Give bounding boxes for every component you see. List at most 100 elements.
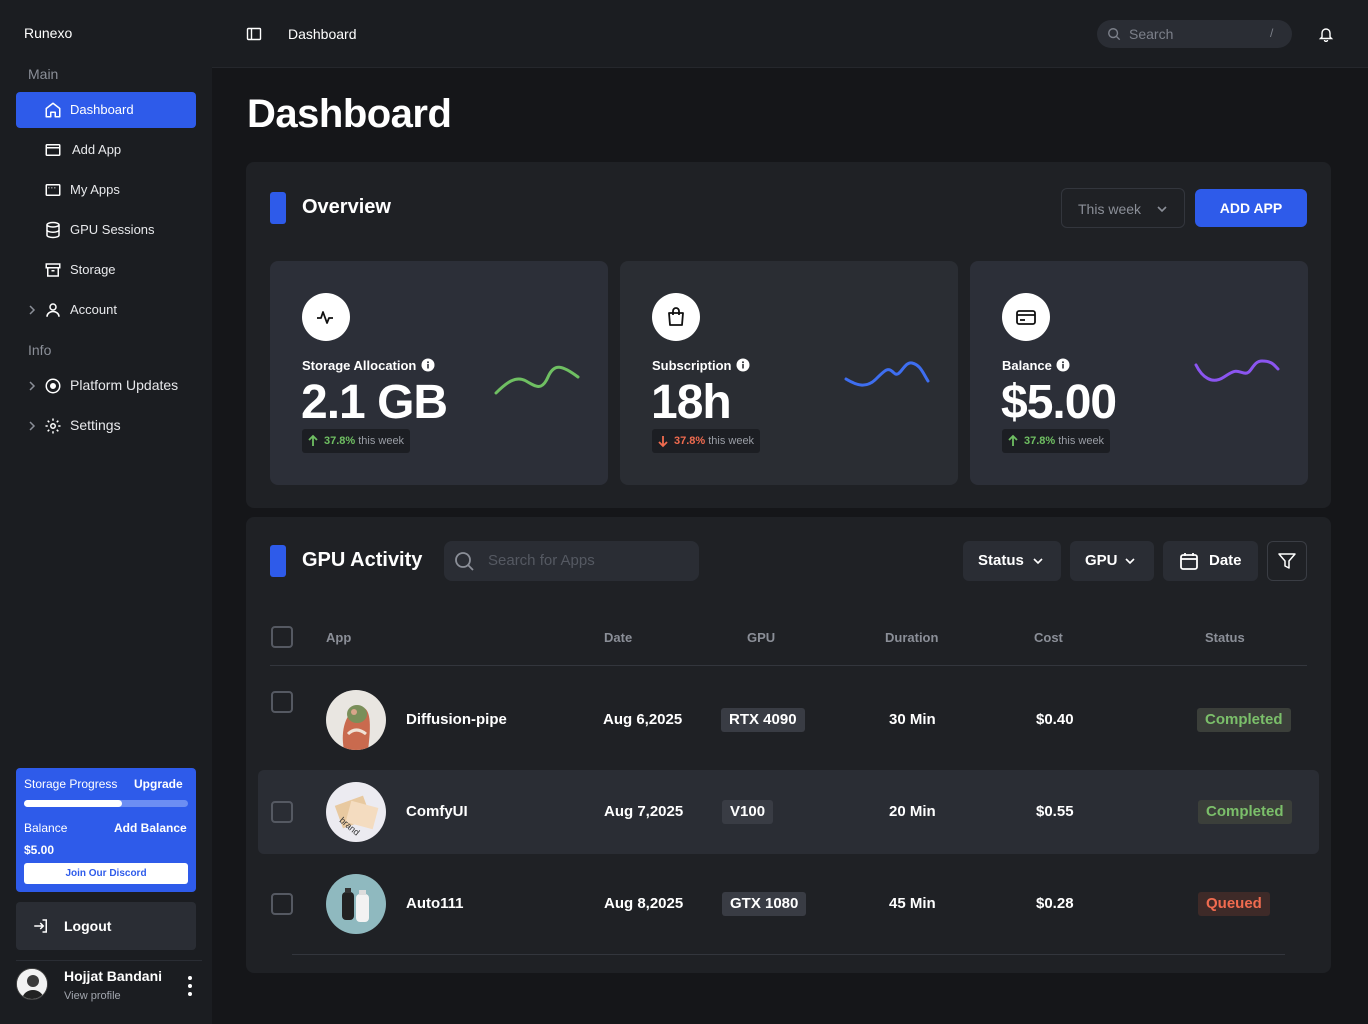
app-thumbnail: brand (326, 782, 386, 842)
row-duration: 45 Min (889, 895, 936, 912)
gpu-badge: RTX 4090 (721, 708, 805, 732)
info-icon[interactable] (421, 358, 435, 372)
column-header-duration[interactable]: Duration (885, 630, 938, 645)
sidebar-item-platform-updates[interactable]: Platform Updates (16, 368, 196, 404)
row-checkbox[interactable] (271, 801, 293, 823)
row-cost: $0.40 (1036, 711, 1074, 728)
search-input[interactable]: Search / (1097, 20, 1292, 48)
row-date: Aug 7,2025 (604, 803, 684, 820)
status-badge: Completed (1198, 800, 1292, 824)
funnel-icon (1278, 553, 1296, 569)
chevron-down-icon (1033, 558, 1043, 565)
gpu-filter-dropdown[interactable]: GPU (1070, 541, 1154, 581)
database-icon (46, 221, 60, 239)
chevron-right-icon (29, 305, 36, 315)
sidebar-item-my-apps[interactable]: My Apps (16, 172, 196, 208)
upgrade-link[interactable]: Upgrade (134, 777, 183, 791)
search-apps-input[interactable]: Search for Apps (444, 541, 699, 581)
sidebar-item-add-app[interactable]: Add App (16, 132, 196, 168)
credit-card-icon-badge (1002, 293, 1050, 341)
trend-badge: 37.8% this week (1002, 429, 1111, 453)
balance-label: Balance (24, 821, 68, 835)
trend-period: this week (1058, 435, 1105, 447)
sidebar-item-settings[interactable]: Settings (16, 408, 196, 444)
app-name: ComfyUI (406, 803, 468, 820)
brand-logo[interactable]: Runexo (24, 25, 72, 41)
sidebar-item-label: Account (70, 302, 117, 317)
app-name: Auto111 (406, 895, 464, 912)
stat-value: $5.00 (1001, 376, 1117, 429)
stat-value: 18h (651, 376, 732, 429)
shopping-bag-icon-badge (652, 293, 700, 341)
window-icon (45, 144, 61, 156)
period-select-value: This week (1078, 201, 1142, 217)
app-thumbnail (326, 874, 386, 934)
date-filter-button[interactable]: Date (1163, 541, 1258, 581)
sidebar-item-label: Storage (70, 262, 116, 277)
stat-label: Subscription (652, 358, 732, 373)
storage-progress-label: Storage Progress (24, 777, 118, 791)
circle-dot-icon (45, 378, 61, 394)
trend-badge: 37.8% this week (302, 429, 411, 453)
row-checkbox[interactable] (271, 691, 293, 713)
sidebar-toggle-icon[interactable] (246, 26, 262, 42)
column-header-cost[interactable]: Cost (1034, 630, 1063, 645)
column-header-date[interactable]: Date (604, 630, 632, 645)
storage-progress-bar (24, 800, 188, 807)
column-header-app[interactable]: App (326, 630, 351, 645)
sidebar-item-storage[interactable]: Storage (16, 252, 196, 288)
column-header-status[interactable]: Status (1205, 630, 1245, 645)
search-placeholder: Search (1129, 26, 1174, 42)
period-select[interactable]: This week (1061, 188, 1185, 228)
sidebar-item-gpu-sessions[interactable]: GPU Sessions (16, 212, 196, 248)
add-balance-link[interactable]: Add Balance (114, 821, 187, 835)
storage-progress-card: Storage Progress Upgrade Balance Add Bal… (16, 768, 196, 892)
section-accent (270, 192, 286, 224)
stat-label: Storage Allocation (302, 358, 417, 373)
gpu-badge: GTX 1080 (722, 892, 807, 916)
topbar: Dashboard Search / (212, 0, 1368, 68)
info-icon[interactable] (736, 358, 750, 372)
overview-panel: Overview This week ADD APP Storage Alloc… (246, 162, 1331, 508)
table-row[interactable]: Diffusion-pipe Aug 6,2025 RTX 4090 30 Mi… (258, 678, 1319, 762)
join-discord-button[interactable]: Join Our Discord (24, 863, 188, 884)
logout-button[interactable]: Logout (16, 902, 196, 950)
table-row[interactable]: brand ComfyUI Aug 7,2025 V100 20 Min $0.… (258, 770, 1319, 854)
stat-card-subscription: Subscription 18h 37.8% this week (620, 261, 958, 485)
sidebar-item-dashboard[interactable]: Dashboard (16, 92, 196, 128)
home-icon (45, 102, 61, 118)
activity-icon-badge (302, 293, 350, 341)
search-apps-placeholder: Search for Apps (488, 552, 595, 569)
select-all-checkbox[interactable] (271, 626, 293, 648)
avatar[interactable] (16, 968, 48, 1000)
row-date: Aug 6,2025 (603, 711, 683, 728)
section-info-label: Info (28, 342, 52, 358)
row-duration: 20 Min (889, 803, 936, 820)
row-checkbox[interactable] (271, 893, 293, 915)
status-badge: Completed (1197, 708, 1291, 732)
profile-name[interactable]: Hojjat Bandani (64, 968, 162, 984)
stat-label: Balance (1002, 358, 1052, 373)
view-profile-link[interactable]: View profile (64, 990, 121, 1002)
archive-icon (45, 263, 61, 277)
app-thumbnail (326, 690, 386, 750)
breadcrumb: Dashboard (288, 26, 357, 42)
more-vertical-icon[interactable] (184, 974, 196, 998)
sidebar-item-label: Dashboard (70, 102, 134, 117)
info-icon[interactable] (1056, 358, 1070, 372)
search-icon (1108, 28, 1121, 41)
gpu-badge: V100 (722, 800, 774, 824)
add-app-button[interactable]: ADD APP (1195, 189, 1307, 227)
status-filter-dropdown[interactable]: Status (963, 541, 1061, 581)
table-row[interactable]: Auto111 Aug 8,2025 GTX 1080 45 Min $0.28… (258, 862, 1319, 946)
column-header-gpu[interactable]: GPU (747, 630, 775, 645)
sidebar-item-account[interactable]: Account (16, 292, 196, 328)
row-duration: 30 Min (889, 711, 936, 728)
stat-card-storage: Storage Allocation 2.1 GB 37.8% this wee… (270, 261, 608, 485)
row-cost: $0.55 (1036, 803, 1074, 820)
bell-icon[interactable] (1318, 26, 1334, 42)
activity-icon (317, 311, 333, 324)
gpu-activity-panel: GPU Activity Search for Apps Status GPU … (246, 517, 1331, 973)
filter-button[interactable] (1267, 541, 1307, 581)
arrow-up-icon (1008, 434, 1018, 446)
